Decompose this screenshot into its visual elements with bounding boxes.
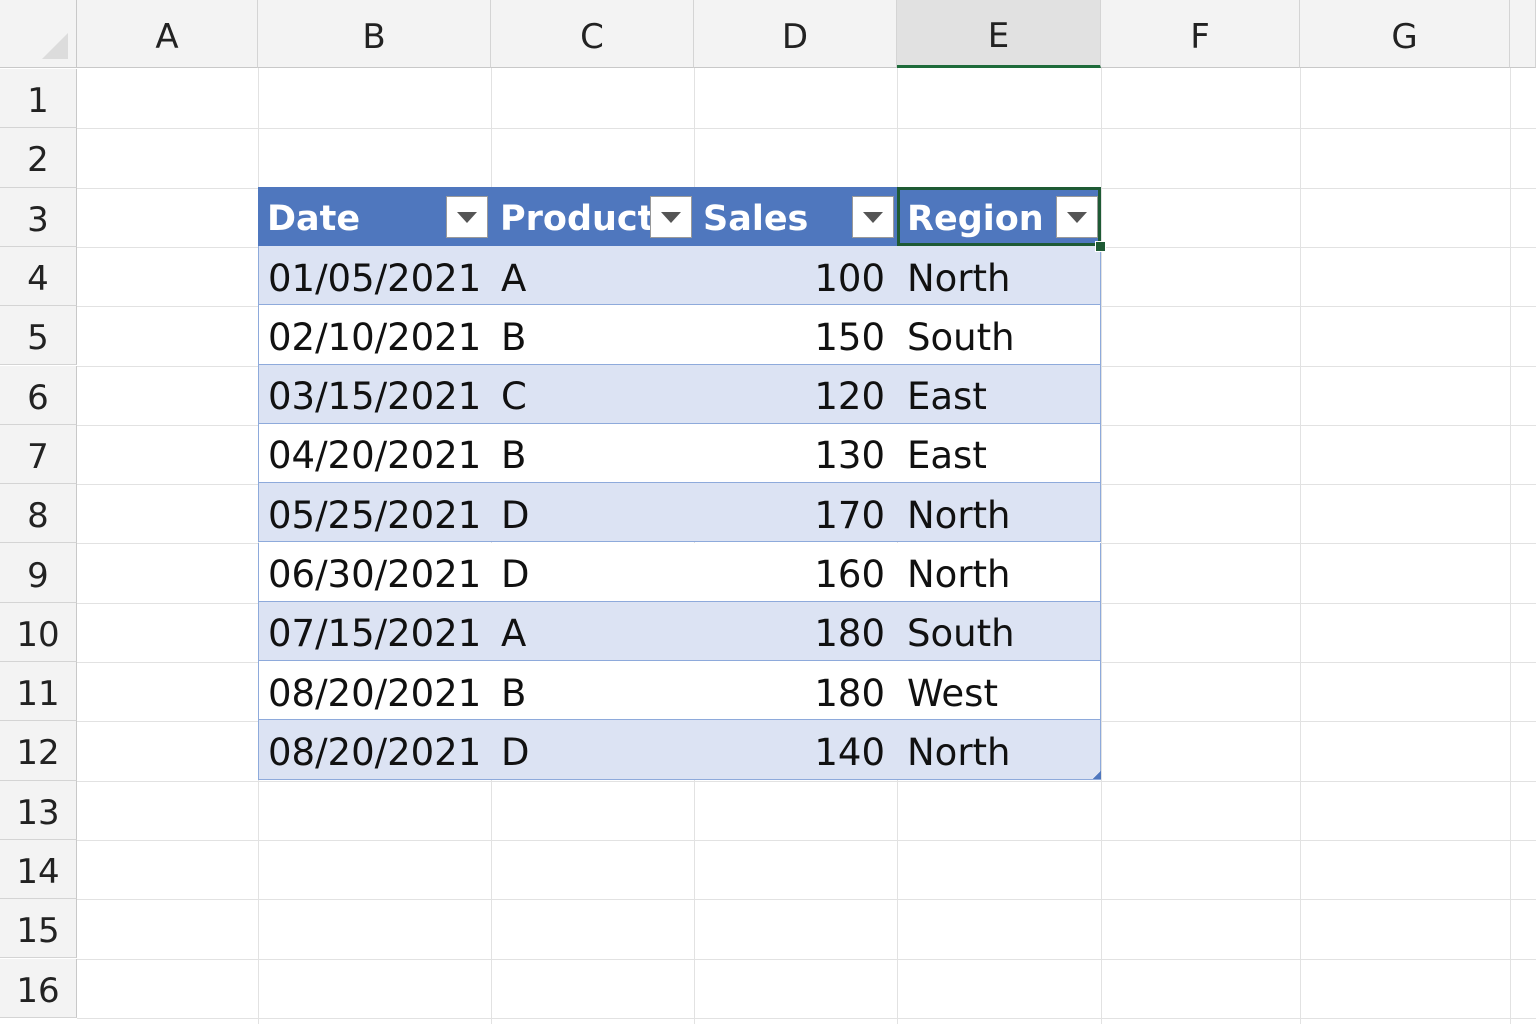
region-cell[interactable]: West: [898, 661, 1102, 719]
fill-handle[interactable]: [1095, 241, 1106, 252]
product-cell[interactable]: A: [492, 246, 695, 304]
date-cell[interactable]: 07/15/2021: [259, 602, 492, 660]
row-header-11[interactable]: 11: [0, 662, 77, 722]
region-cell[interactable]: North: [898, 246, 1102, 304]
select-all-triangle-icon: [42, 33, 68, 59]
sales-cell[interactable]: 100: [695, 246, 898, 304]
row-header-3[interactable]: 3: [0, 187, 77, 247]
chevron-down-icon: [863, 211, 883, 223]
gridline-vertical: [1300, 68, 1301, 1024]
date-cell[interactable]: 08/20/2021: [259, 720, 492, 778]
sales-cell[interactable]: 140: [695, 720, 898, 778]
select-all-button[interactable]: [0, 0, 77, 68]
row-header-9[interactable]: 9: [0, 543, 77, 603]
column-header-c[interactable]: C: [491, 0, 694, 68]
product-cell[interactable]: D: [492, 720, 695, 778]
sales-cell[interactable]: 120: [695, 365, 898, 423]
column-header-overflow: [1510, 0, 1536, 68]
row-header-4[interactable]: 4: [0, 246, 77, 307]
chevron-down-icon: [1067, 211, 1087, 223]
row-header-6[interactable]: 6: [0, 365, 77, 425]
gridline-horizontal: [77, 839, 1536, 841]
header-label: Region: [907, 198, 1044, 239]
table-row: 01/05/2021 A 100 North: [258, 246, 1102, 306]
region-cell[interactable]: North: [898, 543, 1102, 601]
table-row: 08/20/2021 B 180 West: [258, 661, 1102, 721]
product-cell[interactable]: A: [492, 602, 695, 660]
region-cell[interactable]: East: [898, 424, 1102, 482]
sales-cell[interactable]: 180: [695, 602, 898, 660]
column-header-b[interactable]: B: [258, 0, 491, 68]
row-header-13[interactable]: 13: [0, 780, 77, 840]
sales-cell[interactable]: 130: [695, 424, 898, 482]
header-label: Date: [267, 198, 361, 239]
column-header-f[interactable]: F: [1101, 0, 1300, 68]
sales-cell[interactable]: 180: [695, 661, 898, 719]
date-cell[interactable]: 06/30/2021: [259, 543, 492, 601]
gridline-horizontal: [77, 780, 1536, 782]
region-cell[interactable]: North: [898, 720, 1102, 778]
date-cell[interactable]: 02/10/2021: [259, 305, 492, 363]
row-header-1[interactable]: 1: [0, 69, 77, 129]
chevron-down-icon: [457, 211, 477, 223]
table-row: 05/25/2021 D 170 North: [258, 483, 1102, 543]
row-header-14[interactable]: 14: [0, 839, 77, 900]
gridline-horizontal: [77, 899, 1536, 901]
gridline-horizontal: [77, 958, 1536, 960]
product-cell[interactable]: B: [492, 424, 695, 482]
sales-cell[interactable]: 150: [695, 305, 898, 363]
filter-dropdown-button-product[interactable]: [650, 196, 692, 238]
column-header-e[interactable]: E: [897, 0, 1101, 68]
product-cell[interactable]: C: [492, 365, 695, 423]
region-cell[interactable]: East: [898, 365, 1102, 423]
table-resize-handle[interactable]: [1093, 771, 1101, 779]
gridline-vertical: [1510, 68, 1511, 1024]
table-row: 02/10/2021 B 150 South: [258, 305, 1102, 365]
sales-cell[interactable]: 170: [695, 483, 898, 541]
sales-cell[interactable]: 160: [695, 543, 898, 601]
row-header-5[interactable]: 5: [0, 306, 77, 366]
date-cell[interactable]: 01/05/2021: [259, 246, 492, 304]
region-cell[interactable]: North: [898, 483, 1102, 541]
region-cell[interactable]: South: [898, 602, 1102, 660]
chevron-down-icon: [661, 211, 681, 223]
filter-dropdown-button-date[interactable]: [446, 196, 488, 238]
row-header-2[interactable]: 2: [0, 128, 77, 188]
row-header-12[interactable]: 12: [0, 721, 77, 781]
product-cell[interactable]: D: [492, 483, 695, 541]
header-label: Product: [500, 198, 655, 239]
date-cell[interactable]: 05/25/2021: [259, 483, 492, 541]
column-header-d[interactable]: D: [694, 0, 897, 68]
product-cell[interactable]: B: [492, 661, 695, 719]
spreadsheet: ABCDEFG 1 2 3 4 5 6 7 8 9 10 11 12 13 14 15 16 Date Pro…: [0, 0, 1536, 1024]
gridline-horizontal: [77, 128, 1536, 130]
product-cell[interactable]: B: [492, 305, 695, 363]
column-header-a[interactable]: A: [77, 0, 258, 68]
date-cell[interactable]: 03/15/2021: [259, 365, 492, 423]
date-cell[interactable]: 08/20/2021: [259, 661, 492, 719]
filter-dropdown-button-sales[interactable]: [852, 196, 894, 238]
table-row: 08/20/2021 D 140 North: [258, 720, 1102, 780]
row-header-7[interactable]: 7: [0, 424, 77, 485]
row-header-15[interactable]: 15: [0, 899, 77, 959]
table-header-row: Date Product Sales Region: [258, 187, 1101, 246]
column-header-g[interactable]: G: [1300, 0, 1510, 68]
table-row: 07/15/2021 A 180 South: [258, 601, 1102, 662]
filter-dropdown-button-region[interactable]: [1056, 196, 1098, 238]
gridline-horizontal: [77, 1017, 1536, 1019]
header-label: Sales: [703, 198, 809, 239]
table-row: 04/20/2021 B 130 East: [258, 423, 1102, 484]
date-cell[interactable]: 04/20/2021: [259, 424, 492, 482]
region-cell[interactable]: South: [898, 305, 1102, 363]
row-header-16[interactable]: 16: [0, 958, 77, 1018]
row-header-8[interactable]: 8: [0, 484, 77, 544]
table-row: 03/15/2021 C 120 East: [258, 364, 1102, 424]
product-cell[interactable]: D: [492, 543, 695, 601]
row-header-10[interactable]: 10: [0, 602, 77, 662]
table-row: 06/30/2021 D 160 North: [258, 542, 1102, 602]
